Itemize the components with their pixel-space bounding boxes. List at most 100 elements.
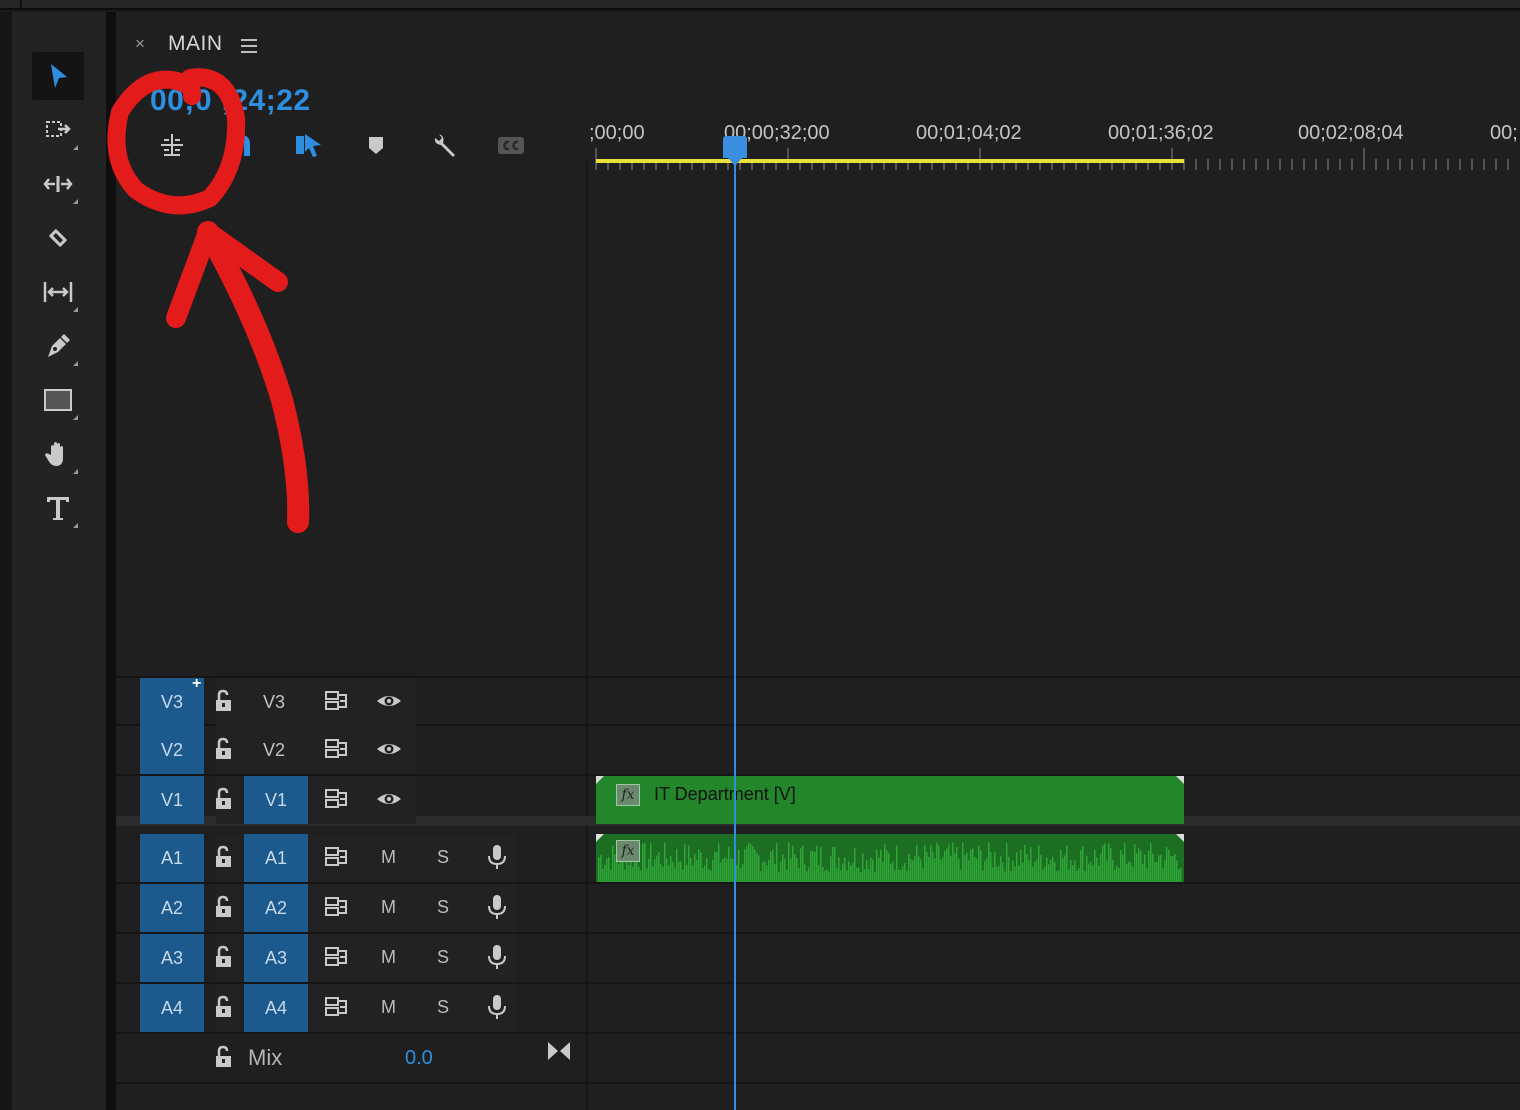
arrow-icon — [51, 64, 67, 88]
track-name-a4[interactable]: A4 — [244, 984, 308, 1032]
sync-lock-button[interactable] — [321, 992, 351, 1022]
pen-tool[interactable] — [32, 322, 84, 370]
slip-tool[interactable] — [32, 268, 84, 316]
captions-button[interactable] — [494, 130, 528, 160]
toggle-output-button[interactable] — [374, 784, 404, 814]
voice-over-record-button[interactable] — [482, 842, 512, 872]
mute-button[interactable]: M — [381, 847, 396, 868]
solo-button[interactable]: S — [437, 897, 449, 918]
video-clip[interactable]: fx IT Department [V] — [596, 776, 1184, 824]
source-patch-a2[interactable]: A2 — [140, 884, 204, 932]
close-tab-button[interactable]: × — [135, 34, 145, 54]
mute-button[interactable]: M — [381, 947, 396, 968]
lock-button[interactable] — [209, 1042, 239, 1072]
waveform-bar — [1138, 848, 1140, 882]
playhead-line[interactable] — [734, 162, 736, 1110]
toggle-output-button[interactable] — [374, 686, 404, 716]
add-marker-button[interactable] — [359, 130, 393, 160]
toggle-output-button[interactable] — [374, 734, 404, 764]
waveform-bar — [974, 856, 976, 882]
waveform-bar — [1078, 868, 1080, 882]
track-name-v3[interactable]: V3 — [242, 678, 306, 726]
hamburger-icon[interactable] — [241, 39, 257, 57]
voice-over-record-button[interactable] — [482, 892, 512, 922]
insert-nest-button[interactable] — [155, 130, 189, 160]
waveform-bar — [1038, 845, 1040, 882]
sync-lock-button[interactable] — [321, 842, 351, 872]
lock-button[interactable] — [209, 892, 239, 922]
waveform-bar — [784, 858, 786, 882]
rectangle-tool[interactable] — [32, 376, 84, 424]
waveform-bar — [628, 864, 630, 882]
mute-button[interactable]: M — [381, 897, 396, 918]
waveform-bar — [766, 865, 768, 882]
waveform-bar — [842, 863, 844, 882]
timeline-settings-button[interactable] — [427, 130, 461, 160]
waveform-bar — [840, 870, 842, 882]
track-name-a1[interactable]: A1 — [244, 834, 308, 882]
waveform-bar — [746, 846, 748, 882]
clip-end-marker — [1176, 834, 1184, 842]
lock-button[interactable] — [209, 942, 239, 972]
waveform-bar — [998, 865, 1000, 882]
voice-over-record-button[interactable] — [482, 992, 512, 1022]
track-name-v2[interactable]: V2 — [242, 726, 306, 774]
audio-clip[interactable]: fx — [596, 834, 1184, 882]
track-name-a2[interactable]: A2 — [244, 884, 308, 932]
solo-button[interactable]: S — [437, 847, 449, 868]
sequence-tab-title[interactable]: MAIN — [168, 32, 223, 56]
waveform-bar — [1180, 867, 1182, 882]
voice-over-record-button[interactable] — [482, 942, 512, 972]
waveform-bar — [1086, 855, 1088, 882]
source-patch-v1[interactable]: V1 — [140, 776, 204, 824]
mute-button[interactable]: M — [381, 997, 396, 1018]
source-patch-v2[interactable]: V2 — [140, 726, 204, 774]
sync-lock-button[interactable] — [321, 892, 351, 922]
waveform-bar — [1152, 853, 1154, 882]
razor-icon — [49, 229, 67, 247]
lock-button[interactable] — [209, 784, 239, 814]
ripple-edit-tool[interactable] — [32, 160, 84, 208]
waveform-bar — [1000, 856, 1002, 882]
waveform-bar — [910, 858, 912, 882]
razor-tool[interactable] — [32, 214, 84, 262]
fx-badge-icon[interactable]: fx — [616, 784, 640, 806]
source-patch-a4[interactable]: A4 — [140, 984, 204, 1032]
waveform-bar — [600, 855, 602, 882]
sync-lock-button[interactable] — [321, 686, 351, 716]
waveform-bar — [1146, 868, 1148, 882]
mix-volume-value[interactable]: 0.0 — [405, 1047, 433, 1070]
track-name-v1[interactable]: V1 — [244, 776, 308, 824]
waveform-bar — [1120, 850, 1122, 882]
waveform-bar — [1128, 861, 1130, 882]
sync-lock-button[interactable] — [321, 784, 351, 814]
waveform-bar — [894, 869, 896, 882]
type-tool[interactable] — [32, 484, 84, 532]
waveform-bar — [730, 858, 732, 882]
waveform-bar — [962, 842, 964, 882]
selection-tool[interactable] — [32, 52, 84, 100]
linked-selection-button[interactable] — [291, 130, 325, 160]
waveform-bar — [932, 851, 934, 882]
solo-button[interactable]: S — [437, 997, 449, 1018]
lock-button[interactable] — [209, 842, 239, 872]
sync-lock-button[interactable] — [321, 942, 351, 972]
track-name-a3[interactable]: A3 — [244, 934, 308, 982]
track-select-tool[interactable] — [32, 106, 84, 154]
source-patch-a3[interactable]: A3 — [140, 934, 204, 982]
lock-button[interactable] — [209, 734, 239, 764]
playhead-timecode[interactable]: 00;0 ;24;22 — [150, 84, 311, 118]
snap-button[interactable] — [224, 130, 258, 160]
lock-button[interactable] — [209, 992, 239, 1022]
waveform-bar — [976, 858, 978, 882]
lock-button[interactable] — [209, 686, 239, 716]
fx-badge-icon[interactable]: fx — [616, 840, 640, 862]
work-area-bar[interactable] — [596, 159, 1184, 163]
waveform-bar — [1008, 856, 1010, 882]
playhead-handle[interactable] — [723, 136, 747, 166]
sync-lock-button[interactable] — [321, 734, 351, 764]
source-patch-a1[interactable]: A1 — [140, 834, 204, 882]
solo-button[interactable]: S — [437, 947, 449, 968]
mix-meter-button[interactable] — [544, 1036, 574, 1066]
hand-tool[interactable] — [32, 430, 84, 478]
